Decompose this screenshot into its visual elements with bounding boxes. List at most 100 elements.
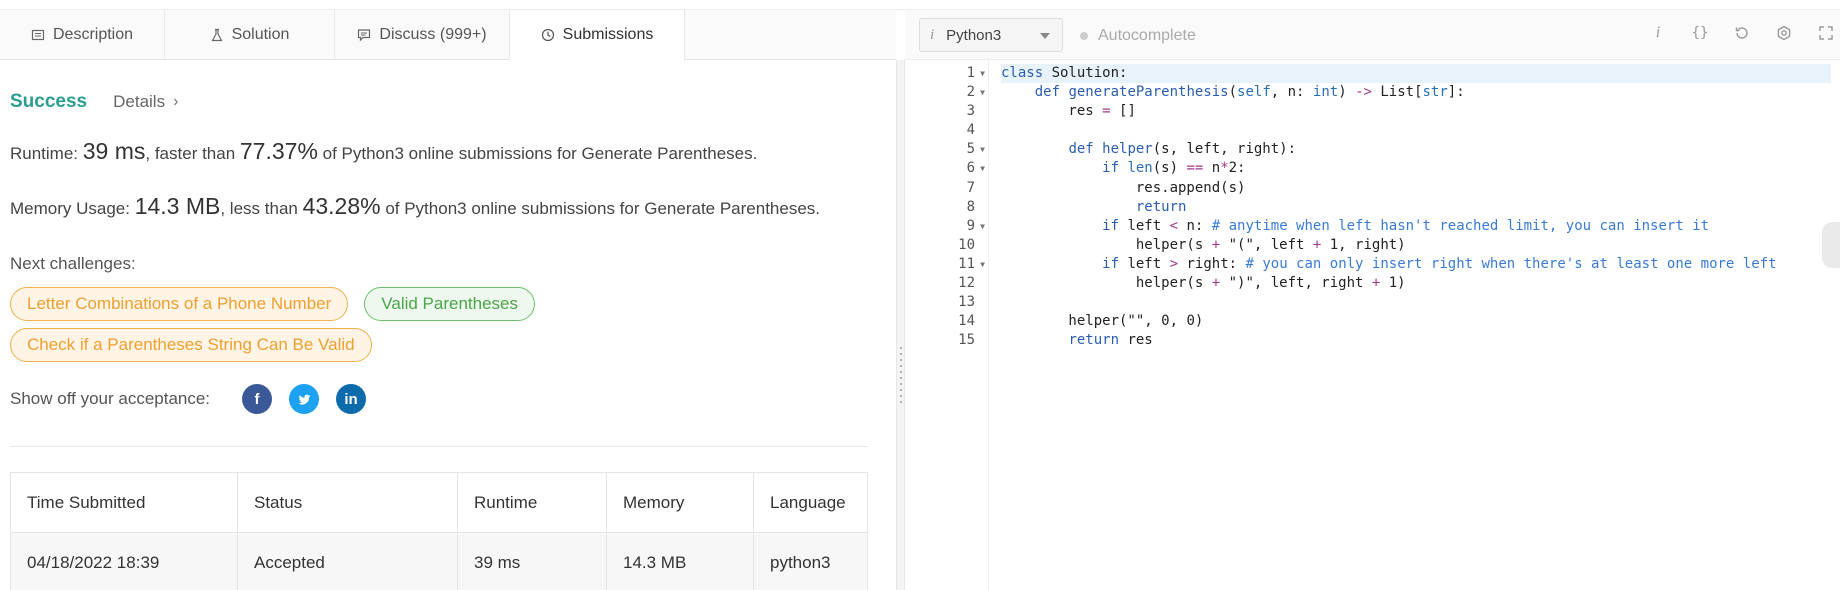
- section-divider: [10, 446, 868, 447]
- code-line[interactable]: class Solution:: [1001, 64, 1831, 84]
- table-header-row: Time Submitted Status Runtime Memory Lan…: [11, 473, 867, 533]
- runtime-mid: , faster than: [145, 144, 240, 163]
- info-icon[interactable]: i: [1648, 23, 1668, 43]
- memory-mid: , less than: [220, 199, 303, 218]
- fold-arrow-icon[interactable]: ▼: [980, 255, 985, 274]
- line-number: 6 ▼: [905, 159, 985, 178]
- code-line[interactable]: res.append(s): [1001, 179, 1831, 198]
- tab-discuss-label: Discuss (999+): [379, 26, 487, 43]
- line-number-gutter: 1 ▼ 2 ▼ 3 4 5 ▼ 6 ▼ 7 8 9 ▼ 10 11 ▼ 12 13 14 1…: [905, 64, 985, 350]
- twitter-icon[interactable]: [289, 384, 320, 414]
- tab-discuss[interactable]: Discuss (999+): [335, 10, 510, 60]
- autocomplete-toggle[interactable]: Autocomplete: [1080, 27, 1196, 45]
- left-panel: Description Solution Discuss (999+) Subm…: [0, 10, 896, 590]
- language-select[interactable]: i Python3: [919, 18, 1063, 52]
- runtime-prefix: Runtime:: [10, 144, 83, 163]
- column-header[interactable]: Language: [754, 473, 867, 532]
- fold-arrow-icon[interactable]: ▼: [980, 83, 985, 102]
- fold-arrow-icon[interactable]: ▼: [980, 217, 985, 236]
- code-line[interactable]: res = []: [1001, 102, 1831, 121]
- panel-splitter[interactable]: [896, 60, 905, 590]
- fold-arrow-icon[interactable]: ▼: [980, 159, 985, 178]
- reset-icon[interactable]: [1732, 23, 1752, 43]
- code-line[interactable]: def helper(s, left, right):: [1001, 140, 1831, 159]
- toggle-dot-icon: [1080, 32, 1088, 40]
- challenge-chip[interactable]: Valid Parentheses: [364, 287, 536, 321]
- memory-cell: 14.3 MB: [607, 533, 754, 590]
- memory-metric: Memory Usage: 14.3 MB, less than 43.28% …: [10, 193, 820, 220]
- drag-handle-icon: [900, 345, 902, 405]
- submission-detail: Success Details › Runtime: 39 ms, faster…: [10, 82, 870, 590]
- memory-suffix: of Python3 online submissions for Genera…: [380, 199, 821, 218]
- details-link[interactable]: Details ›: [113, 92, 178, 112]
- line-number: 2 ▼: [905, 83, 985, 102]
- autocomplete-label: Autocomplete: [1098, 27, 1196, 44]
- runtime-cell: 39 ms: [458, 533, 607, 590]
- code-line[interactable]: if len(s) == n*2:: [1001, 159, 1831, 178]
- code-line[interactable]: helper("", 0, 0): [1001, 312, 1831, 331]
- fullscreen-icon[interactable]: [1816, 23, 1836, 43]
- memory-prefix: Memory Usage:: [10, 199, 135, 218]
- tab-solution-label: Solution: [231, 26, 290, 43]
- line-number: 8: [966, 198, 975, 215]
- details-label: Details: [113, 92, 166, 111]
- linkedin-icon[interactable]: in: [336, 384, 367, 414]
- next-challenges-label: Next challenges:: [10, 254, 136, 273]
- braces-icon[interactable]: {}: [1690, 23, 1710, 43]
- code-line[interactable]: return res: [1001, 331, 1831, 350]
- share-label: Show off your acceptance:: [10, 389, 211, 408]
- gutter-separator: [988, 60, 989, 590]
- editor-tool-icons: i {}: [1648, 23, 1836, 43]
- editor-toolbar: i Python3 Autocomplete i {}: [905, 10, 1840, 60]
- code-line[interactable]: helper(s + ")", left, right + 1): [1001, 274, 1831, 293]
- code-line[interactable]: def generateParenthesis(self, n: int) ->…: [1001, 83, 1831, 102]
- line-number: 9 ▼: [905, 217, 985, 236]
- code-line[interactable]: helper(s + "(", left + 1, right): [1001, 236, 1831, 255]
- challenge-chip[interactable]: Letter Combinations of a Phone Number: [10, 287, 349, 321]
- line-number: 5 ▼: [905, 140, 985, 159]
- runtime-metric: Runtime: 39 ms, faster than 77.37% of Py…: [10, 138, 757, 165]
- line-number: 11 ▼: [905, 255, 985, 274]
- language-cell: python3: [770, 553, 831, 572]
- line-number: 10: [958, 236, 975, 253]
- line-number: 1 ▼: [905, 64, 985, 83]
- column-header[interactable]: Status: [238, 473, 458, 532]
- tab-submissions[interactable]: Submissions: [510, 10, 685, 61]
- next-challenges-list: Letter Combinations of a Phone Number Val…: [10, 287, 610, 369]
- chevron-right-icon: ›: [173, 93, 179, 110]
- time-submitted-cell: 04/18/2022 18:39: [11, 533, 238, 590]
- code-text[interactable]: class Solution: def generateParenthesis(…: [1001, 64, 1831, 350]
- status-cell[interactable]: Accepted: [238, 533, 458, 590]
- code-line[interactable]: if left < n: # anytime when left hasn't …: [1001, 217, 1831, 236]
- fold-arrow-icon[interactable]: ▼: [980, 64, 985, 83]
- facebook-icon[interactable]: f: [242, 384, 273, 414]
- line-number: 14: [958, 313, 975, 330]
- runtime-value: 39 ms: [82, 138, 146, 164]
- tab-solution[interactable]: Solution: [165, 10, 335, 60]
- tab-description[interactable]: Description: [0, 10, 165, 60]
- share-row: Show off your acceptance: f in: [10, 384, 383, 414]
- line-number: 7: [966, 179, 975, 196]
- challenge-chip[interactable]: Check if a Parentheses String Can Be Val…: [10, 328, 372, 362]
- column-header[interactable]: Runtime: [458, 473, 607, 532]
- side-panel-tab[interactable]: [1822, 222, 1840, 268]
- settings-icon[interactable]: [1774, 23, 1794, 43]
- fold-arrow-icon[interactable]: ▼: [980, 140, 985, 159]
- column-header[interactable]: Time Submitted: [11, 473, 238, 532]
- column-header[interactable]: Memory: [607, 473, 754, 532]
- line-number: 13: [958, 294, 975, 311]
- chevron-down-icon: [1040, 33, 1050, 39]
- chat-icon: [358, 29, 371, 42]
- runtime-suffix: of Python3 online submissions for Genera…: [317, 144, 758, 163]
- code-line[interactable]: return: [1001, 198, 1831, 217]
- code-line[interactable]: [1001, 121, 1831, 140]
- tab-description-label: Description: [52, 26, 134, 43]
- status-badge: Success: [10, 91, 88, 112]
- clock-icon: [541, 28, 554, 42]
- code-line[interactable]: [1001, 293, 1831, 312]
- submissions-table: Time Submitted Status Runtime Memory Lan…: [10, 472, 868, 590]
- memory-percentile: 43.28%: [302, 193, 381, 219]
- table-row[interactable]: 04/18/2022 18:39 Accepted 39 ms 14.3 MB …: [11, 533, 867, 590]
- memory-value: 14.3 MB: [134, 193, 221, 219]
- code-line[interactable]: if left > right: # you can only insert r…: [1001, 255, 1831, 274]
